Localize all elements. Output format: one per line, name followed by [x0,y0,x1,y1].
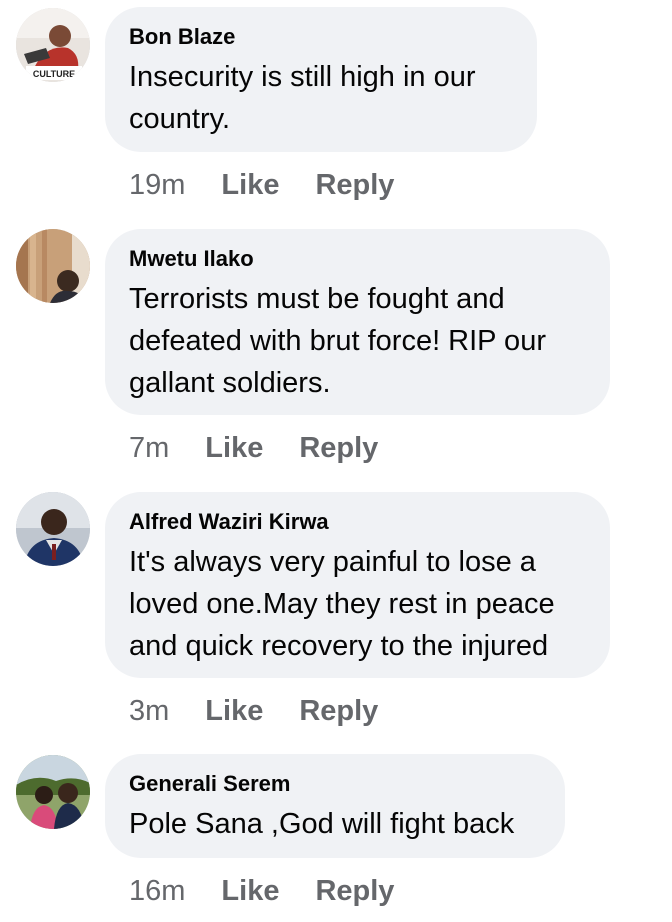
avatar-badge-text: CULTURE [33,69,75,79]
comment-bubble: Generali Serem Pole Sana ,God will fight… [105,754,565,858]
like-button[interactable]: Like [221,168,279,202]
comment-bubble: Bon Blaze Insecurity is still high in ou… [105,7,537,152]
comment-timestamp[interactable]: 16m [129,874,185,908]
like-button[interactable]: Like [221,874,279,908]
comment-author[interactable]: Mwetu Ilako [129,246,586,272]
reply-button[interactable]: Reply [315,874,394,908]
reply-button[interactable]: Reply [299,694,378,728]
comment-text-line: loved one.May they rest in peace [129,588,555,620]
comment-author[interactable]: Generali Serem [129,771,541,797]
comment-text-line: It's always very painful to lose a [129,546,536,578]
comment-timestamp[interactable]: 3m [129,694,169,728]
comment-text-line: gallant soldiers. [129,367,331,399]
avatar[interactable] [16,492,90,566]
comment-text-line: Pole Sana ,God will fight back [129,808,515,840]
avatar-image [16,229,90,303]
comment-actions: 16m Like Reply [129,874,394,908]
comment-actions: 7m Like Reply [129,431,378,465]
comment-bubble: Alfred Waziri Kirwa It's always very pai… [105,492,610,678]
reply-button[interactable]: Reply [315,168,394,202]
comment-text: Pole Sana ,God will fight back [129,803,541,845]
comment-text-line: and quick recovery to the injured [129,630,549,662]
reply-button[interactable]: Reply [299,431,378,465]
comment-text: Terrorists must be fought and defeated w… [129,278,586,404]
comment-actions: 3m Like Reply [129,694,378,728]
comment-text-line: defeated with brut force! RIP our [129,325,546,357]
comment-text-line: Insecurity is still high in our [129,61,476,93]
avatar[interactable]: CULTURE [16,8,90,82]
comment-text: Insecurity is still high in our country. [129,56,513,140]
comment-timestamp[interactable]: 7m [129,431,169,465]
avatar-image [16,492,90,566]
avatar-image [16,755,90,829]
avatar[interactable] [16,229,90,303]
comment-text: It's always very painful to lose a loved… [129,541,586,667]
comment-text-line: Terrorists must be fought and [129,283,505,315]
avatar[interactable] [16,755,90,829]
like-button[interactable]: Like [205,694,263,728]
comment-timestamp[interactable]: 19m [129,168,185,202]
avatar-image: CULTURE [16,8,90,82]
comment-text-line: country. [129,103,231,135]
comment-author[interactable]: Bon Blaze [129,24,513,50]
comment-actions: 19m Like Reply [129,168,394,202]
like-button[interactable]: Like [205,431,263,465]
comment-bubble: Mwetu Ilako Terrorists must be fought an… [105,229,610,415]
comment-author[interactable]: Alfred Waziri Kirwa [129,509,586,535]
